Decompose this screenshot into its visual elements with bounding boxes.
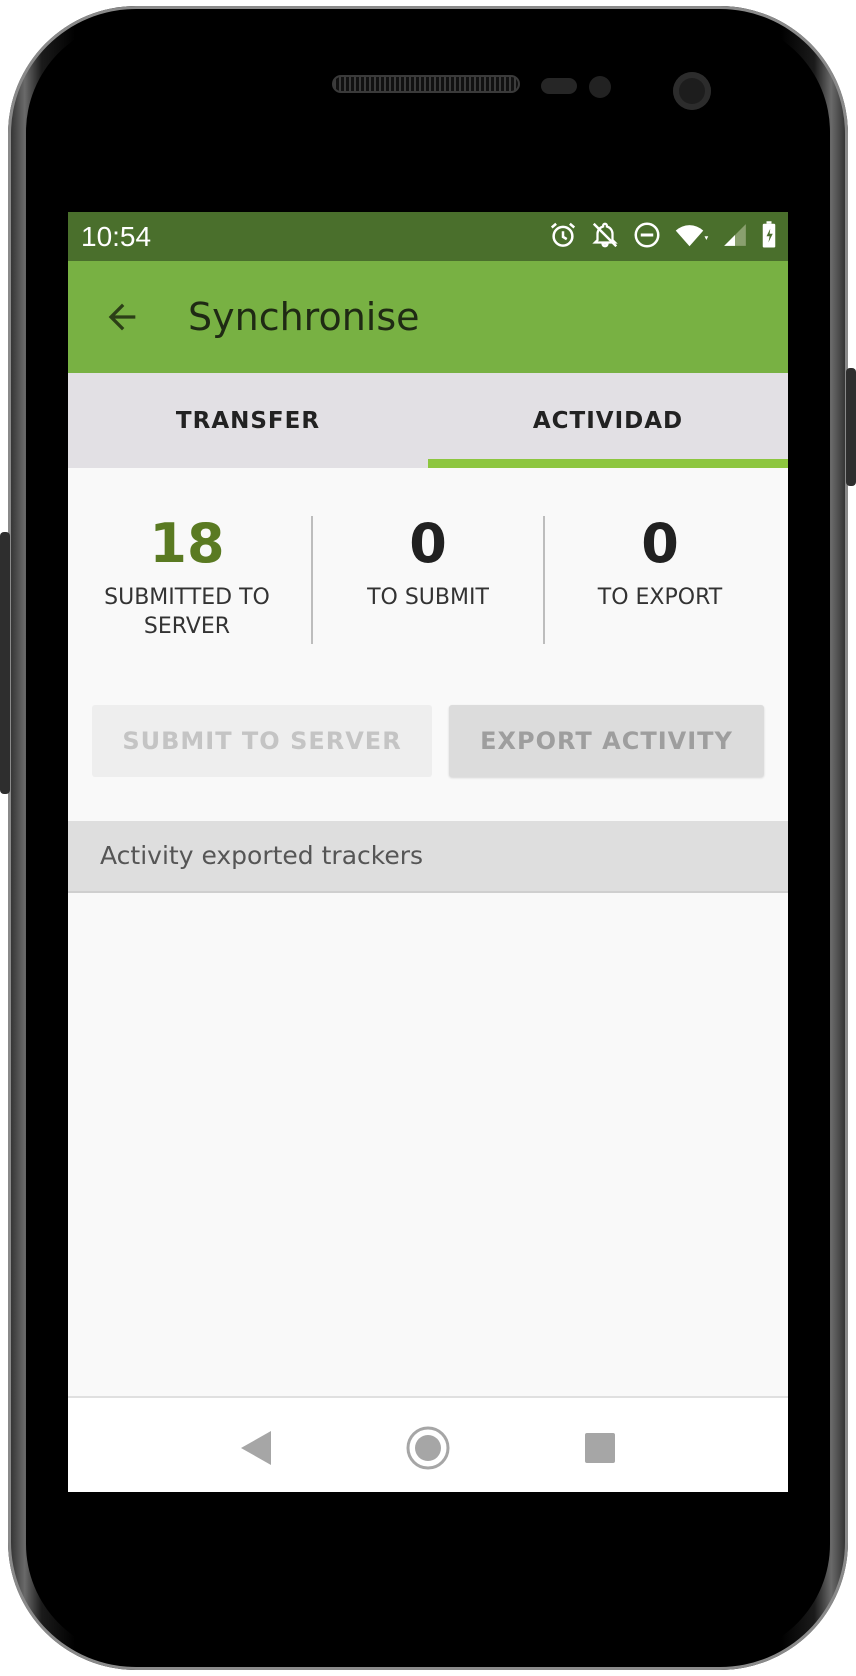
system-nav-bar [68,1396,788,1492]
recents-nav-icon [585,1433,615,1463]
status-bar: 10:54 [68,212,788,261]
stat-to-submit: 0 TO SUBMIT [312,468,544,612]
stat-value: 0 [409,512,447,575]
home-nav-icon [406,1426,450,1470]
battery-charging-icon [760,220,778,250]
do-not-disturb-icon [632,220,662,250]
proximity-sensor [541,78,577,94]
stat-value: 18 [149,512,225,575]
wifi-icon [674,220,710,250]
stat-label: SUBMITTED TO SERVER [104,585,270,639]
page-title: Synchronise [188,295,420,339]
earpiece-speaker [332,75,520,93]
section-header: Activity exported trackers [68,821,788,893]
submit-to-server-button[interactable]: SUBMIT TO SERVER [92,705,432,777]
cell-signal-icon [722,220,748,250]
tab-actividad[interactable]: ACTIVIDAD [428,373,788,468]
screen: 10:54 Synchronise TRANSFER ACTIVIDAD 18 … [68,212,788,1492]
stat-label: TO SUBMIT [367,585,489,610]
status-icons [548,220,778,250]
stat-submitted: 18 SUBMITTED TO SERVER [71,468,303,641]
status-clock: 10:54 [81,221,152,252]
app-toolbar: Synchronise [68,261,788,373]
front-camera [673,72,711,110]
alarm-icon [548,220,578,250]
recents-nav-button[interactable] [576,1424,624,1472]
stat-label: TO EXPORT [597,585,723,610]
stat-value: 0 [641,512,679,575]
tab-transfer[interactable]: TRANSFER [68,373,428,468]
stat-to-export: 0 TO EXPORT [544,468,776,612]
back-nav-button[interactable] [232,1424,280,1472]
section-title: Activity exported trackers [100,841,424,870]
tab-indicator [428,459,788,468]
export-activity-button[interactable]: EXPORT ACTIVITY [449,705,764,777]
volume-button [0,532,10,794]
back-button[interactable] [96,291,148,343]
arrow-back-icon [108,303,136,331]
notifications-off-icon [590,220,620,250]
stats-panel: 18 SUBMITTED TO SERVER 0 TO SUBMIT 0 TO … [68,468,788,688]
back-nav-icon [241,1431,271,1465]
power-button [846,368,856,486]
tab-bar: TRANSFER ACTIVIDAD [68,373,788,468]
light-sensor [589,76,611,98]
home-nav-button[interactable] [404,1424,452,1472]
